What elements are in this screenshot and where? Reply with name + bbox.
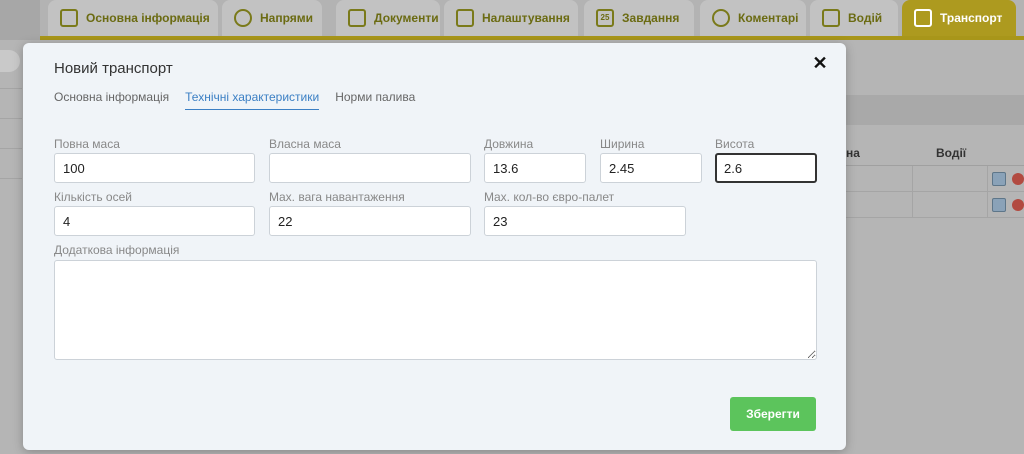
chat-bubble-icon (712, 9, 730, 27)
own-mass-field[interactable] (269, 153, 471, 183)
max-pallets-field[interactable] (484, 206, 686, 236)
tab-label: Завдання (622, 11, 680, 25)
tab-label: Налаштування (482, 11, 570, 25)
chat-bubble-icon (234, 9, 252, 27)
tab-label: Основна інформація (86, 11, 210, 25)
axles-field[interactable] (54, 206, 255, 236)
table-row (846, 192, 1024, 218)
tab-label: Водій (848, 11, 883, 25)
panel-icon (60, 9, 78, 27)
tab-label: Документи (374, 11, 439, 25)
tab-main-info[interactable]: Основна інформація (54, 90, 169, 110)
truck-icon (914, 9, 932, 27)
width-field[interactable] (600, 153, 702, 183)
calendar-icon: 25 (596, 9, 614, 27)
table-cell (846, 192, 914, 217)
length-field[interactable] (484, 153, 586, 183)
table-header-cell: Водії (936, 146, 967, 160)
additional-info-textarea[interactable] (54, 260, 817, 360)
gross-mass-field[interactable] (54, 153, 255, 183)
background-table: на Водії (846, 140, 1024, 218)
row-actions (988, 192, 1024, 217)
tab-label: Транспорт (940, 11, 1003, 25)
tab-technical-specs[interactable]: Технічні характеристики (185, 90, 320, 110)
edit-icon[interactable] (992, 171, 1006, 186)
row-actions (988, 166, 1024, 191)
height-field[interactable] (715, 153, 817, 183)
max-load-label: Max. вага навантаження (269, 190, 405, 204)
document-icon (348, 9, 366, 27)
table-cell (846, 166, 914, 191)
gross-mass-label: Повна маса (54, 137, 120, 151)
tab-transport[interactable]: Транспорт (902, 0, 1016, 36)
table-cell (913, 192, 988, 217)
height-label: Висота (715, 137, 755, 151)
table-row (846, 166, 1024, 192)
top-left-corner (0, 0, 40, 40)
tab-directions[interactable]: Напрями (222, 0, 322, 36)
table-cell (913, 166, 988, 191)
length-label: Довжина (484, 137, 534, 151)
tab-comments[interactable]: Коментарі (700, 0, 806, 36)
max-load-field[interactable] (269, 206, 471, 236)
background-left-rows (0, 88, 22, 208)
tab-documents[interactable]: Документи (336, 0, 440, 36)
table-header: на Водії (846, 140, 1024, 166)
axles-label: Кількість осей (54, 190, 132, 204)
tab-label: Коментарі (738, 11, 799, 25)
width-label: Ширина (600, 137, 645, 151)
additional-info-label: Додаткова інформація (54, 243, 180, 257)
bus-icon (822, 9, 840, 27)
modal-tabs: Основна інформація Технічні характеристи… (54, 90, 415, 110)
close-icon[interactable]: ✕ (812, 54, 828, 72)
save-button[interactable]: Зберегти (730, 397, 816, 431)
delete-icon[interactable] (1012, 198, 1024, 211)
background-header-band (846, 95, 1024, 125)
edit-icon[interactable] (992, 197, 1006, 212)
table-header-cell: на (846, 146, 860, 160)
tab-driver[interactable]: Водій (810, 0, 898, 36)
tab-tasks[interactable]: 25 Завдання (584, 0, 694, 36)
delete-icon[interactable] (1012, 172, 1024, 185)
modal-title: Новий транспорт (54, 60, 173, 77)
new-transport-modal: Новий транспорт ✕ Основна інформація Тех… (23, 43, 846, 450)
own-mass-label: Власна маса (269, 137, 341, 151)
settings-panel-icon (456, 9, 474, 27)
tab-main-info[interactable]: Основна інформація (48, 0, 218, 36)
tab-fuel-norms[interactable]: Норми палива (335, 90, 415, 110)
max-pallets-label: Max. кол-во євро-палет (484, 190, 615, 204)
tab-settings[interactable]: Налаштування (444, 0, 578, 36)
tab-label: Напрями (260, 11, 314, 25)
